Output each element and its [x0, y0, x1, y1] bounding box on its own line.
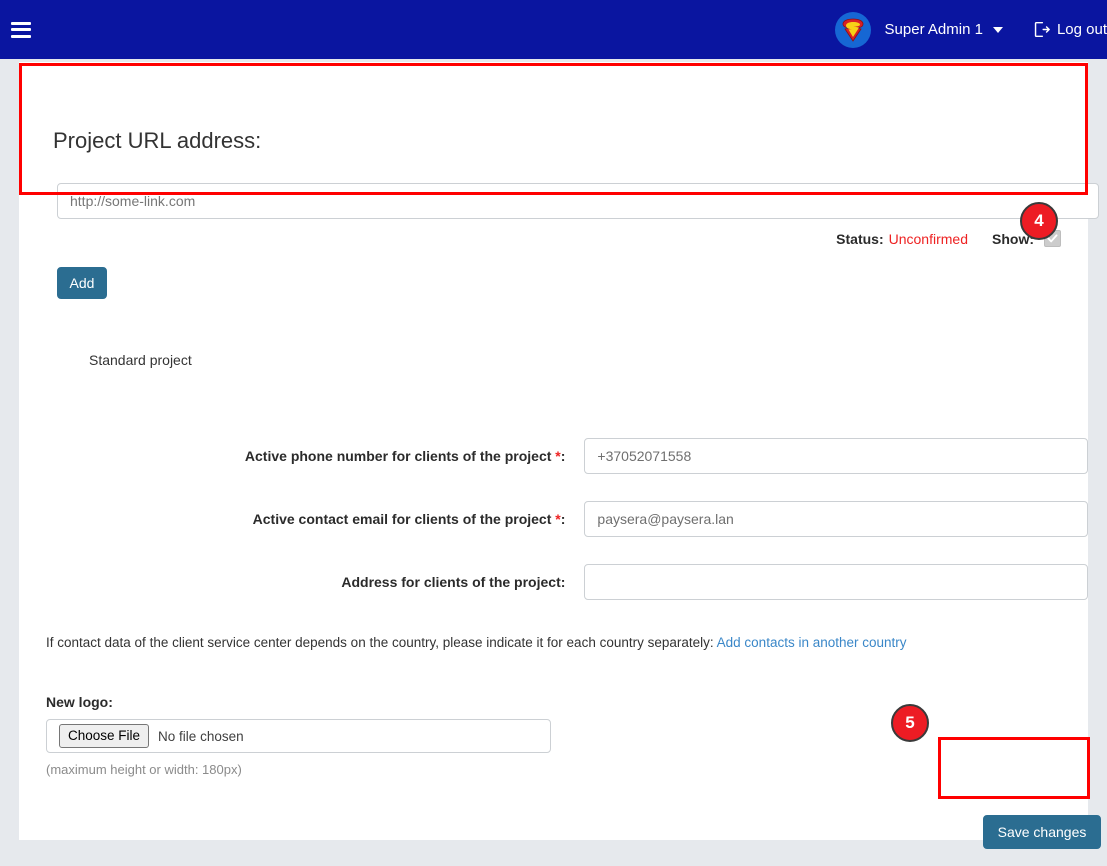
form-row-address: Address for clients of the project: — [19, 564, 1088, 600]
superman-shield-icon — [842, 18, 863, 42]
email-input[interactable] — [584, 501, 1088, 537]
form-row-email: Active contact email for clients of the … — [19, 501, 1088, 537]
add-contacts-another-country-link[interactable]: Add contacts in another country — [717, 635, 907, 650]
phone-input[interactable] — [584, 438, 1088, 474]
top-bar-right-section: Super Admin 1 Log out — [834, 0, 1107, 59]
user-menu-button[interactable]: Super Admin 1 — [885, 21, 1003, 38]
form-row-phone: Active phone number for clients of the p… — [19, 438, 1088, 474]
top-navigation-bar: Super Admin 1 Log out — [0, 0, 1107, 59]
address-input[interactable] — [584, 564, 1088, 600]
save-changes-button[interactable]: Save changes — [983, 815, 1101, 849]
phone-field-label: Active phone number for clients of the p… — [244, 448, 566, 464]
status-badge: Unconfirmed — [888, 230, 968, 247]
add-button[interactable]: Add — [57, 267, 107, 299]
logout-label: Log out — [1056, 21, 1107, 38]
annotation-badge-5: 5 — [891, 704, 929, 742]
project-url-title: Project URL address: — [53, 128, 262, 153]
logout-button[interactable]: Log out — [1033, 21, 1107, 38]
annotation-badge-4: 4 — [1020, 202, 1058, 240]
country-contacts-helper: If contact data of the client service ce… — [46, 635, 907, 650]
new-logo-label: New logo: — [46, 694, 113, 710]
file-status-label: No file chosen — [158, 728, 244, 744]
email-label-text: Active contact email for clients of the … — [252, 511, 552, 527]
status-label: Status: — [836, 230, 884, 247]
user-name-label: Super Admin 1 — [884, 21, 983, 38]
chevron-down-icon — [992, 26, 1003, 33]
address-label-text: Address for clients of the project — [341, 574, 561, 590]
address-field-label: Address for clients of the project: — [341, 574, 566, 590]
email-field-label: Active contact email for clients of the … — [252, 511, 566, 527]
required-asterisk: * — [551, 511, 561, 527]
project-url-input[interactable] — [57, 183, 1099, 219]
logo-size-hint: (maximum height or width: 180px) — [46, 762, 242, 777]
logo-file-input[interactable]: Choose File No file chosen — [46, 719, 551, 753]
logout-icon — [1034, 21, 1050, 38]
phone-label-text: Active phone number for clients of the p… — [244, 448, 552, 464]
choose-file-button[interactable]: Choose File — [59, 724, 150, 748]
hamburger-bar — [11, 34, 31, 38]
hamburger-bar — [11, 21, 31, 25]
superman-avatar-icon[interactable] — [834, 11, 871, 48]
project-type-label: Standard project — [89, 352, 192, 368]
required-asterisk: * — [551, 448, 561, 464]
hamburger-menu-icon[interactable] — [11, 21, 31, 38]
helper-text-label: If contact data of the client service ce… — [46, 635, 714, 650]
hamburger-bar — [11, 28, 31, 31]
